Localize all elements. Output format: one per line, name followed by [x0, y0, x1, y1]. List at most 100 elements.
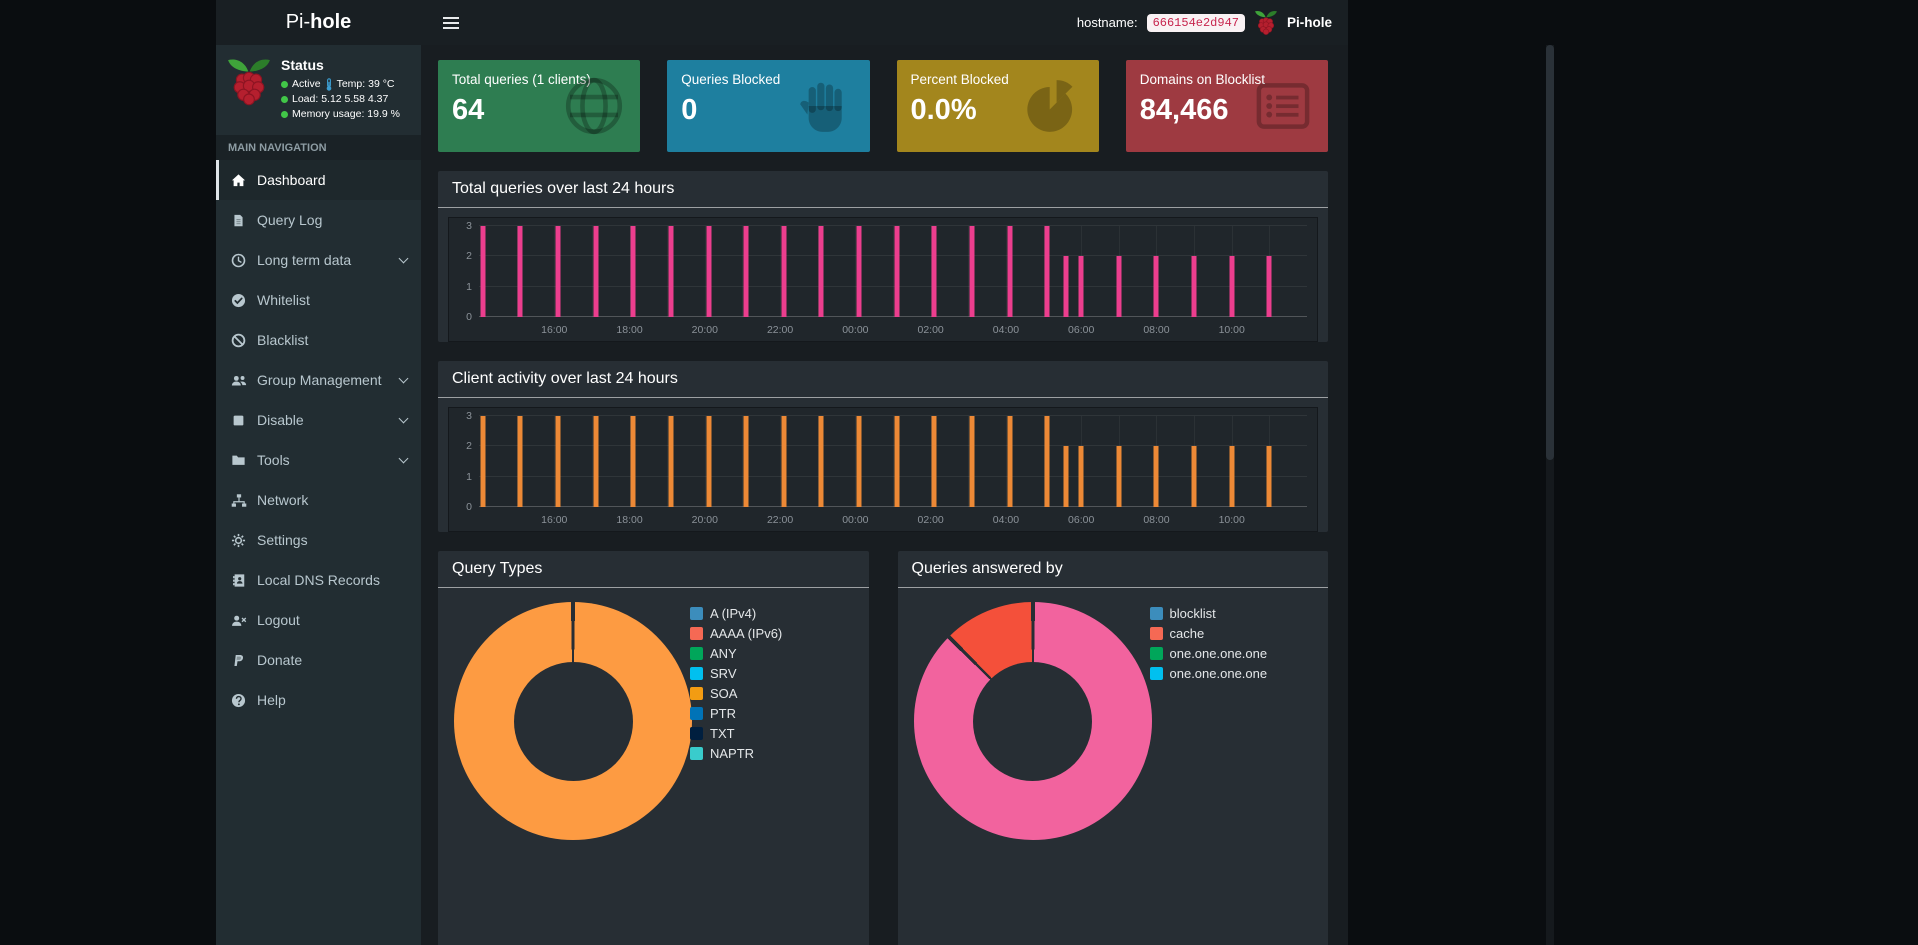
sidebar-item-local-dns-records[interactable]: Local DNS Records	[216, 560, 421, 600]
chevron-down-icon	[398, 413, 409, 423]
queries-answered-donut[interactable]	[913, 602, 1152, 840]
sidebar-item-label: Logout	[257, 612, 300, 628]
sidebar-item-whitelist[interactable]: Whitelist	[216, 280, 421, 320]
chart-bar	[894, 226, 900, 317]
panel-header: Queries answered by	[897, 551, 1328, 588]
legend-item[interactable]: cache	[1149, 626, 1268, 641]
brand-logo[interactable]: Pi-hole	[216, 0, 421, 45]
sidebar-item-label: Disable	[257, 412, 304, 428]
status-text: Memory usage: 19.9 %	[292, 108, 400, 120]
chart-bar	[894, 416, 900, 507]
desktop-background: Pi-hole hostname: 666154e2d947 Pi-hole S…	[0, 0, 1918, 945]
sidebar-item-network[interactable]: Network	[216, 480, 421, 520]
hand-icon	[794, 75, 856, 137]
legend-swatch	[690, 727, 703, 740]
chart-bar	[1266, 446, 1272, 507]
legend-item[interactable]: SRV	[690, 666, 782, 681]
x-axis-label: 00:00	[842, 324, 869, 336]
sidebar-item-long-term-data[interactable]: Long term data	[216, 240, 421, 280]
sidebar-item-blacklist[interactable]: Blacklist	[216, 320, 421, 360]
legend-item[interactable]: PTR	[690, 706, 782, 721]
sidebar-item-disable[interactable]: Disable	[216, 400, 421, 440]
sidebar-item-help[interactable]: Help	[216, 680, 421, 720]
gridline-horizontal	[479, 255, 1307, 257]
sidebar-item-label: Tools	[257, 452, 290, 468]
x-axis-label: 06:00	[1068, 514, 1095, 526]
stat-card-domains-on-blocklist: Domains on Blocklist 84,466	[1125, 60, 1328, 152]
y-axis-label: 2	[466, 440, 472, 453]
sidebar-toggle-button[interactable]	[427, 0, 475, 45]
legend-item[interactable]: TXT	[690, 726, 782, 741]
chart-bar	[1191, 256, 1197, 317]
status-dot	[281, 96, 288, 103]
pihole-link[interactable]: Pi-hole	[1287, 15, 1332, 30]
chevron-down-icon	[398, 253, 409, 263]
legend-label: AAAA (IPv6)	[710, 626, 783, 641]
sidebar-item-group-management[interactable]: Group Management	[216, 360, 421, 400]
x-axis-label: 08:00	[1143, 324, 1170, 336]
bottom-panels-row: Query Types A (IPv4) AAAA (IPv6) ANY SRV SOA…	[438, 551, 1328, 945]
sidebar-item-query-log[interactable]: Query Log	[216, 200, 421, 240]
legend-item[interactable]: AAAA (IPv6)	[690, 626, 782, 641]
paypal-icon	[230, 653, 247, 668]
legend-item[interactable]: one.one.one.one	[1149, 666, 1267, 681]
clock-icon	[230, 253, 247, 268]
sidebar-item-donate[interactable]: Donate	[216, 640, 421, 680]
chart-bar	[1007, 416, 1013, 507]
chart-bar	[555, 416, 561, 507]
gridline-horizontal	[479, 475, 1307, 477]
ban-icon	[230, 333, 247, 348]
sidebar-item-tools[interactable]: Tools	[216, 440, 421, 480]
panel-title: Client activity over last 24 hours	[452, 370, 678, 387]
chart-bar	[593, 416, 599, 507]
y-axis-label: 0	[466, 311, 472, 323]
pihole-logo-icon	[1254, 9, 1278, 36]
chart-plot[interactable]: 0 1 2 3 16:00 18:00 20:00 22:00 00:00 02:00 04:00 0…	[466, 220, 1307, 336]
top-navbar: Pi-hole hostname: 666154e2d947 Pi-hole	[216, 0, 1348, 45]
query-types-donut[interactable]	[454, 602, 692, 840]
legend-item[interactable]: NAPTR	[690, 746, 782, 761]
chart-bar	[1116, 256, 1122, 317]
legend-swatch	[1149, 647, 1163, 660]
sidebar-item-logout[interactable]: Logout	[216, 600, 421, 640]
sidebar-item-label: Group Management	[257, 372, 382, 388]
legend-label: cache	[1169, 626, 1205, 641]
legend-item[interactable]: blocklist	[1149, 606, 1268, 621]
chart-bar	[1007, 226, 1013, 317]
legend-item[interactable]: SOA	[690, 686, 782, 701]
x-axis-label: 08:00	[1143, 514, 1170, 526]
legend-swatch	[690, 687, 703, 700]
legend-label: SOA	[710, 686, 738, 701]
gridline-horizontal	[479, 285, 1307, 287]
legend-item[interactable]: ANY	[690, 646, 782, 661]
query-types-chart-area: A (IPv4) AAAA (IPv6) ANY SRV SOA PTR TXT NAPTR	[438, 588, 869, 945]
sidebar-item-settings[interactable]: Settings	[216, 520, 421, 560]
chart-bar	[743, 416, 749, 507]
legend-swatch	[1149, 627, 1163, 640]
chart-bar	[818, 226, 824, 317]
legend-label: A (IPv4)	[710, 606, 757, 621]
donut-hole	[513, 661, 633, 781]
chevron-down-icon	[398, 453, 409, 463]
client-activity-chart[interactable]: 0 1 2 3 16:00 18:00 20:00 22:00 00:00 02:00 04:00 0…	[448, 407, 1318, 532]
chart-bar	[517, 416, 523, 507]
y-axis-label: 0	[466, 501, 472, 513]
x-axis-label: 00:00	[842, 514, 869, 526]
legend-item[interactable]: A (IPv4)	[690, 606, 782, 621]
panel-query-types: Query Types A (IPv4) AAAA (IPv6) ANY SRV SOA…	[438, 551, 869, 945]
legend-label: blocklist	[1169, 606, 1216, 621]
total-queries-chart[interactable]: 0 1 2 3 16:00 18:00 20:00 22:00 00:00 02:00 04:00 0…	[448, 217, 1318, 342]
folder-icon	[230, 453, 247, 467]
chart-plot[interactable]: 0 1 2 3 16:00 18:00 20:00 22:00 00:00 02:00 04:00 0…	[466, 410, 1307, 526]
sidebar-item-label: Whitelist	[257, 292, 310, 308]
chart-bar	[517, 226, 523, 317]
panel-queries-answered-by: Queries answered by blocklist cache one.on…	[897, 551, 1328, 945]
chart-bar	[1078, 256, 1084, 317]
legend-item[interactable]: one.one.one.one	[1149, 646, 1267, 661]
chart-bar	[1063, 256, 1069, 317]
legend-label: ANY	[710, 646, 737, 661]
sidebar-item-dashboard[interactable]: Dashboard	[216, 160, 421, 200]
sidebar-item-label: Local DNS Records	[257, 572, 380, 588]
chart-bar	[668, 416, 674, 507]
x-axis-label: 10:00	[1218, 514, 1245, 526]
